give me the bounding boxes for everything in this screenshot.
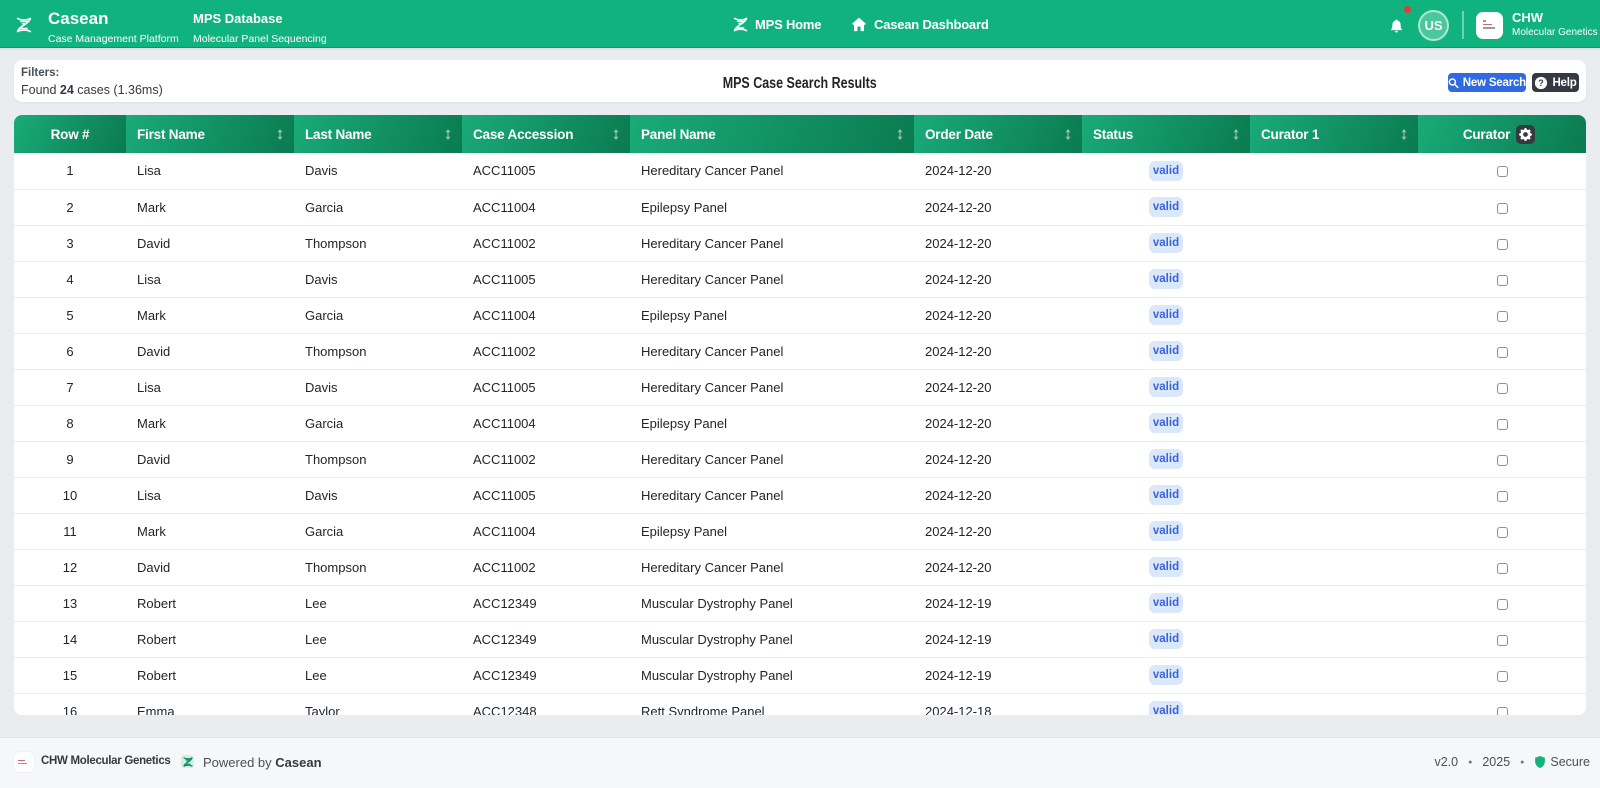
svg-text:?: ? bbox=[1539, 78, 1544, 88]
